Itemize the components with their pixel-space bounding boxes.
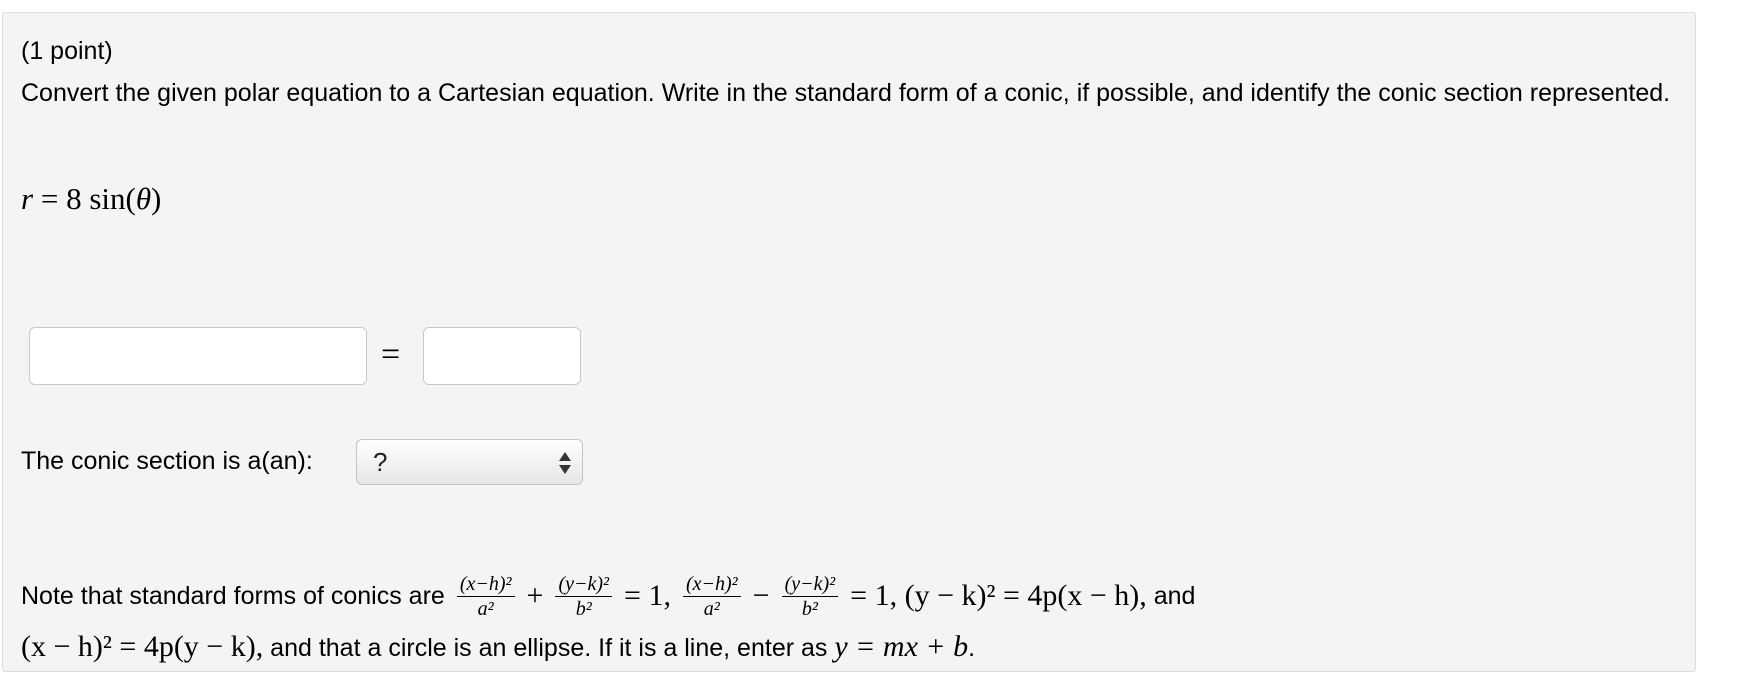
note-line-1: Note that standard forms of conics are (… [21, 561, 1195, 631]
fraction-numerator: (x−h)² [456, 572, 515, 597]
note-intro: Note that standard forms of conics are [21, 581, 445, 610]
note-period: . [968, 634, 976, 662]
fraction-denominator: a² [477, 597, 494, 620]
fraction-hyperbola-y: (y−k)² b² [781, 572, 839, 621]
answer-right-input[interactable] [423, 327, 581, 385]
equation-equals: = [33, 181, 67, 216]
line-form-math: y = mx + b [834, 630, 969, 663]
select-updown-arrows-icon [559, 452, 571, 474]
plus-operator: + [526, 579, 544, 612]
equation-theta: θ [135, 181, 152, 216]
fraction-numerator: (y−k)² [781, 572, 839, 597]
equation-lhs: r [21, 181, 34, 216]
equals-one-ellipse: = 1, [624, 579, 671, 612]
problem-instructions: Convert the given polar equation to a Ca… [21, 79, 1671, 107]
fraction-denominator: a² [703, 597, 720, 620]
note-and: and [1146, 581, 1196, 610]
note-circle-text: and that a circle is an ellipse. If it i… [263, 634, 835, 662]
problem-container: (1 point) Convert the given polar equati… [2, 12, 1696, 672]
fraction-hyperbola-x: (x−h)² a² [682, 572, 741, 621]
answer-left-input[interactable] [29, 327, 367, 385]
fraction-ellipse-x: (x−h)² a² [456, 572, 515, 621]
fraction-numerator: (x−h)² [682, 572, 741, 597]
conic-section-label: The conic section is a(an): [21, 447, 313, 475]
equation-rhs: 8 sin( [66, 181, 136, 216]
fraction-ellipse-y: (y−k)² b² [555, 572, 613, 621]
parabola-forms-math: = 1, (y − k)² = 4p(x − h), [850, 579, 1147, 612]
note-line-2: (x − h)² = 4p(y − k), and that a circle … [21, 627, 975, 668]
minus-operator: − [752, 579, 770, 612]
conic-type-selected-value: ? [373, 447, 388, 477]
answer-equals-sign: = [381, 336, 401, 373]
polar-equation: r = 8 sin(θ) [21, 179, 161, 219]
equation-close-paren: ) [151, 181, 162, 216]
fraction-denominator: b² [575, 597, 592, 620]
fraction-numerator: (y−k)² [555, 572, 613, 597]
conic-type-select[interactable]: ? [356, 439, 583, 485]
parabola-vertical-math: (x − h)² = 4p(y − k), [21, 630, 264, 663]
fraction-denominator: b² [801, 597, 818, 620]
points-label: (1 point) [21, 37, 113, 65]
